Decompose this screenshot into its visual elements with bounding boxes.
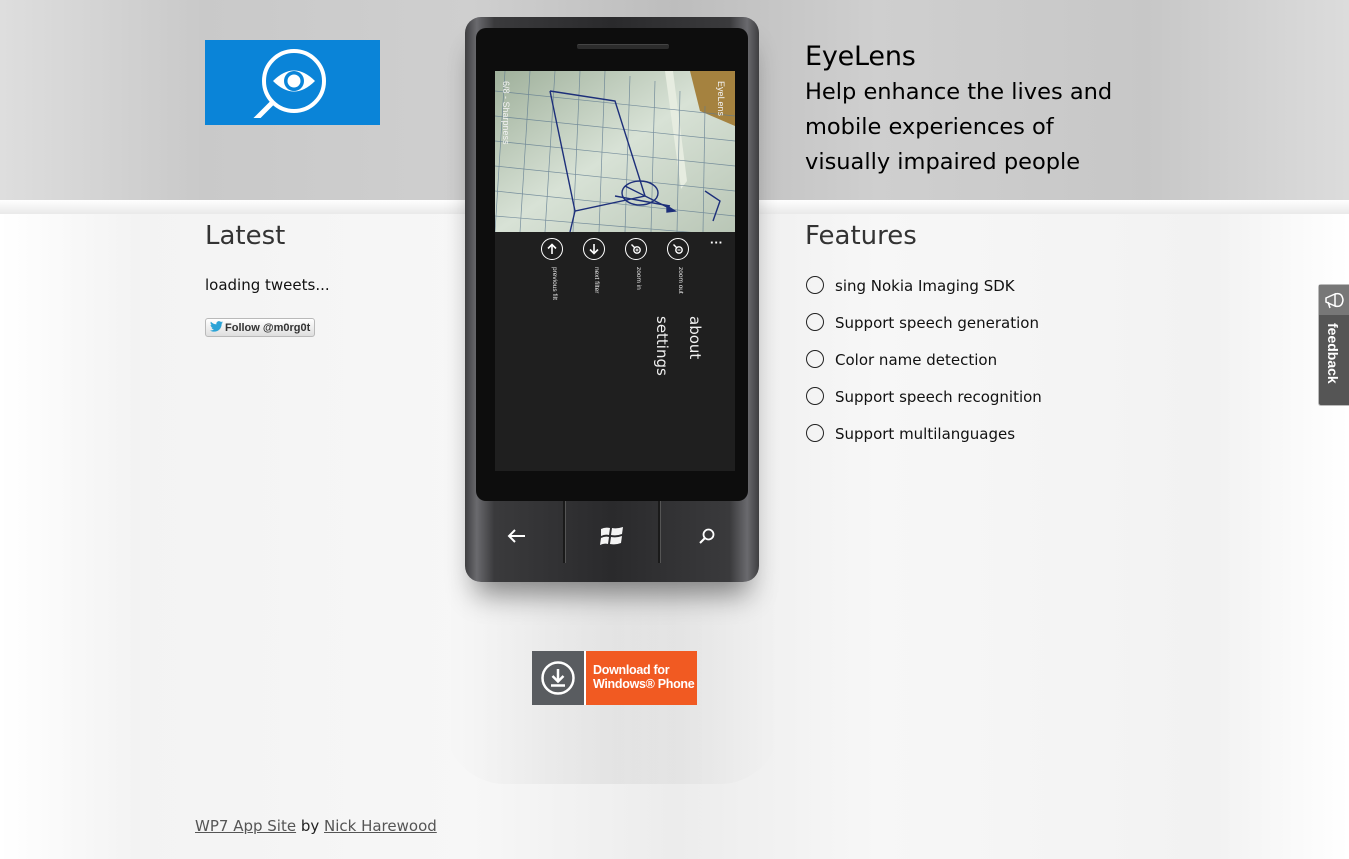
menu-item-about[interactable]: about: [686, 316, 704, 359]
next-filter-button[interactable]: [583, 238, 605, 260]
twitter-follow-button[interactable]: Follow @m0rg0t: [205, 318, 315, 337]
circle-bullet-icon: [806, 424, 824, 442]
feature-item: Support speech generation: [806, 313, 1042, 350]
app-title: EyeLens: [805, 41, 916, 72]
back-button[interactable]: [471, 501, 563, 571]
author-link[interactable]: Nick Harewood: [324, 817, 437, 835]
latest-heading: Latest: [205, 221, 286, 251]
windows-logo-icon: [600, 527, 623, 545]
download-icon-box: [532, 651, 586, 705]
start-button[interactable]: [566, 501, 658, 571]
feedback-label: feedback: [1325, 323, 1341, 384]
search-icon: [699, 528, 715, 544]
menu-item-settings[interactable]: settings: [653, 316, 671, 376]
circle-bullet-icon: [806, 313, 824, 331]
tweets-loading-text: loading tweets...: [205, 276, 330, 294]
circle-bullet-icon: [806, 350, 824, 368]
camera-preview-image: EyeLens 6/8 - Sharpness: [495, 71, 735, 232]
phone-screen: EyeLens 6/8 - Sharpness previous filt ne…: [495, 71, 735, 471]
features-heading: Features: [805, 221, 917, 251]
previous-filter-label: previous filt: [551, 267, 558, 300]
screen-filter-name: 6/8 - Sharpness: [501, 81, 511, 145]
wp7-app-site-link[interactable]: WP7 App Site: [195, 817, 296, 835]
previous-filter-button[interactable]: [541, 238, 563, 260]
download-icon: [541, 661, 575, 695]
zoom-out-icon: [673, 244, 683, 254]
feature-item: sing Nokia Imaging SDK: [806, 276, 1042, 313]
more-options-icon[interactable]: ···: [710, 235, 723, 250]
download-windows-phone-badge[interactable]: Download for Windows® Phone: [532, 651, 697, 705]
phone-hardware-buttons: [471, 501, 753, 571]
back-arrow-icon: [507, 529, 525, 543]
feature-item: Color name detection: [806, 350, 1042, 387]
twitter-bird-icon: [210, 320, 223, 335]
arrow-down-icon: [589, 244, 599, 255]
circle-bullet-icon: [806, 276, 824, 294]
screen-app-name: EyeLens: [716, 81, 726, 117]
zoom-in-icon: [631, 244, 641, 254]
zoom-in-button[interactable]: [625, 238, 647, 260]
eye-magnifier-icon: [253, 49, 326, 118]
app-tagline: Help enhance the lives and mobile experi…: [805, 79, 1113, 175]
footer: WP7 App Site by Nick Harewood: [195, 817, 437, 835]
megaphone-icon: [1325, 292, 1344, 309]
megaphone-icon-area: [1319, 285, 1349, 315]
phone-mockup: EyeLens 6/8 - Sharpness previous filt ne…: [465, 17, 759, 582]
download-text-line2: Windows® Phone: [593, 677, 695, 691]
feature-item: Support speech recognition: [806, 387, 1042, 424]
circle-bullet-icon: [806, 387, 824, 405]
feedback-tab[interactable]: feedback: [1318, 284, 1349, 406]
phone-speaker: [577, 44, 669, 49]
search-button[interactable]: [661, 501, 753, 571]
zoom-out-button[interactable]: [667, 238, 689, 260]
app-logo: [205, 40, 380, 125]
zoom-in-label: zoom in: [635, 267, 642, 290]
download-text-line1: Download for: [593, 663, 670, 677]
download-text: Download for Windows® Phone: [586, 651, 697, 705]
next-filter-label: next filter: [593, 267, 600, 294]
feature-item: Support multilanguages: [806, 424, 1042, 461]
features-list: sing Nokia Imaging SDK Support speech ge…: [806, 276, 1042, 461]
zoom-out-label: zoom out: [677, 267, 684, 294]
follow-button-label: Follow @m0rg0t: [225, 321, 311, 334]
arrow-up-icon: [547, 243, 557, 254]
footer-by-text: by: [296, 817, 324, 835]
